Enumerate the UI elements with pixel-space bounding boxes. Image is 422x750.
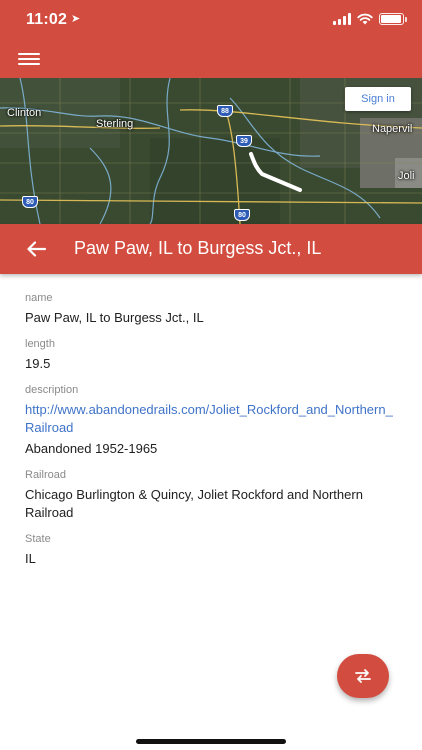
hamburger-menu-icon[interactable] — [18, 46, 48, 72]
detail-fields: name Paw Paw, IL to Burgess Jct., IL len… — [25, 290, 400, 577]
sign-in-button[interactable]: Sign in — [345, 87, 411, 111]
cellular-signal-icon — [333, 13, 351, 25]
field-label: description — [25, 384, 79, 396]
status-time: 11:02 — [26, 11, 68, 28]
back-arrow-icon[interactable] — [22, 236, 50, 262]
highway-shield-icon: 88 — [217, 105, 233, 117]
field-description: description http://www.abandonedrails.co… — [25, 382, 400, 458]
wifi-icon — [357, 13, 373, 25]
highway-shield-icon: 80 — [234, 209, 250, 221]
page-title: Paw Paw, IL to Burgess Jct., IL — [74, 238, 322, 258]
field-value: Abandoned 1952-1965 — [25, 441, 158, 456]
swap-arrows-icon — [355, 669, 371, 683]
description-link[interactable]: http://www.abandonedrails.com/Joliet_Roc… — [25, 401, 400, 437]
field-name: name Paw Paw, IL to Burgess Jct., IL — [25, 290, 400, 327]
field-value: Paw Paw, IL to Burgess Jct., IL — [25, 310, 204, 325]
map-city-label: Sterling — [96, 118, 134, 130]
highway-shield-icon: 39 — [236, 135, 252, 147]
field-value: 19.5 — [25, 356, 51, 371]
map-view[interactable]: Clinton Sterling Napervil Joli 88 39 80 … — [0, 78, 422, 224]
map-city-label: Napervil — [372, 123, 413, 135]
screen: 11:02 ➤ Clinton Sterling Napervil Joli 8… — [0, 0, 422, 750]
status-bar: 11:02 ➤ — [0, 0, 422, 40]
swap-fab-button[interactable] — [337, 654, 389, 698]
highway-shield-icon: 80 — [22, 196, 38, 208]
field-state: State IL — [25, 531, 400, 568]
field-railroad: Railroad Chicago Burlington & Quincy, Jo… — [25, 467, 400, 522]
field-value: Chicago Burlington & Quincy, Joliet Rock… — [25, 487, 363, 520]
app-bar: 11:02 ➤ — [0, 0, 422, 78]
location-arrow-icon: ➤ — [71, 13, 81, 25]
field-length: length 19.5 — [25, 336, 400, 373]
field-label: Railroad — [25, 469, 66, 481]
home-indicator[interactable] — [136, 739, 286, 744]
map-city-label: Clinton — [7, 107, 42, 119]
field-value: IL — [25, 551, 36, 566]
field-label: State — [25, 533, 51, 545]
detail-title-bar: Paw Paw, IL to Burgess Jct., IL — [0, 224, 422, 274]
field-label: name — [25, 292, 53, 304]
battery-icon — [379, 13, 407, 25]
map-city-label: Joli — [398, 170, 415, 182]
status-indicators — [333, 13, 407, 25]
field-label: length — [25, 338, 55, 350]
